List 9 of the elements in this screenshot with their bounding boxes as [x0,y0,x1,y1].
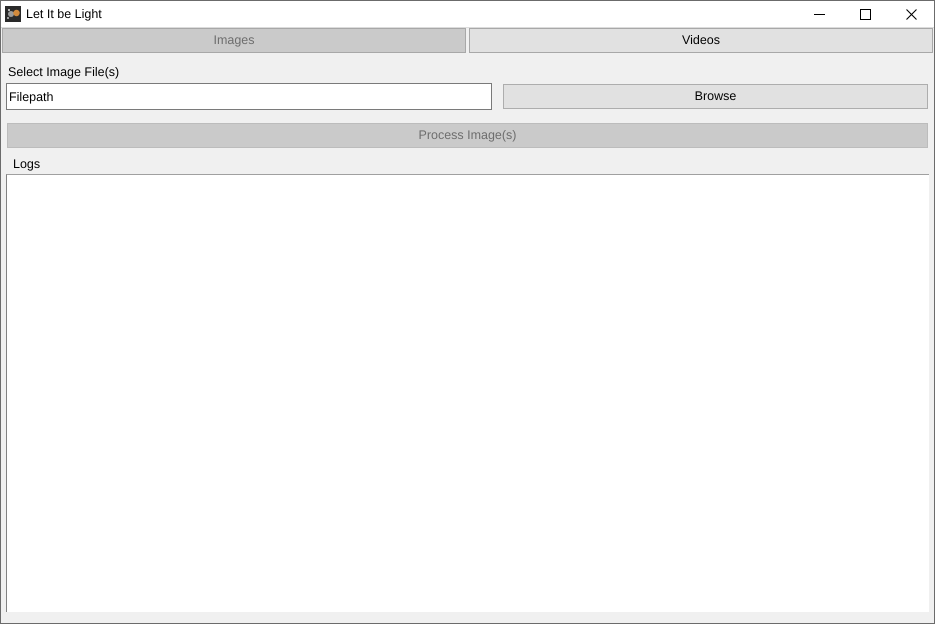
browse-button[interactable]: Browse [503,84,928,109]
close-icon [906,8,916,20]
field-label: Select Image File(s) [8,65,120,80]
maximize-icon [860,8,870,20]
app-icon [5,6,21,22]
window-title: Let It be Light [26,6,102,23]
tab[interactable]: Videos [469,28,933,53]
filepath-input[interactable]: Filepath [6,83,492,110]
logs-label: Logs [13,157,40,172]
